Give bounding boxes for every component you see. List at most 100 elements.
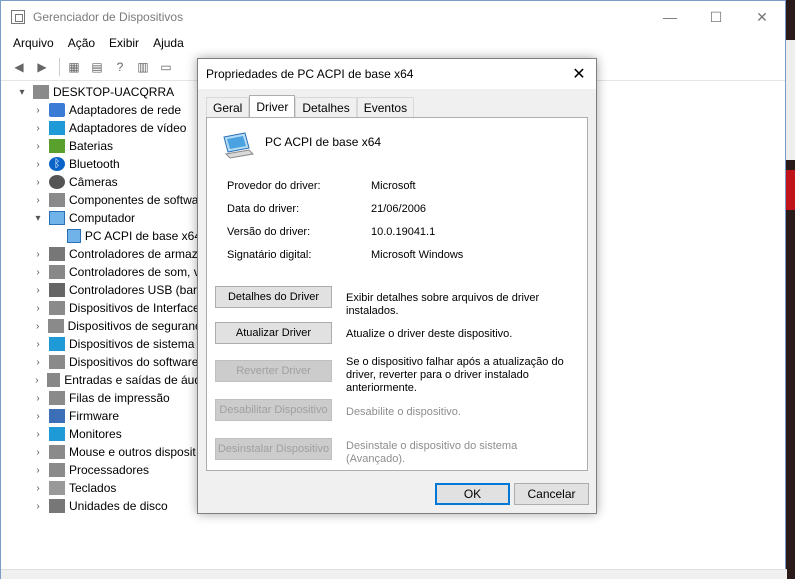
computer-icon	[49, 211, 65, 225]
tree-item[interactable]: › Unidades de disco	[1, 497, 201, 515]
tree-item[interactable]: › Filas de impressão	[1, 389, 201, 407]
digital-signer-label: Signatário digital:	[227, 249, 312, 261]
chevron-right-icon[interactable]: ›	[31, 195, 45, 206]
tree-item-selected-device[interactable]: PC ACPI de base x64	[1, 227, 201, 245]
tree-item[interactable]: › Dispositivos de seguranç	[1, 317, 201, 335]
tree-item[interactable]: › Processadores	[1, 461, 201, 479]
rollback-driver-description: Se o dispositivo falhar após a atualizaç…	[346, 356, 564, 394]
driver-details-button[interactable]: Detalhes do Driver	[215, 286, 332, 308]
help-icon[interactable]: ?	[110, 57, 130, 77]
ok-button[interactable]: OK	[435, 483, 510, 505]
tree-item-label: Teclados	[69, 481, 117, 495]
tree-item[interactable]: › Firmware	[1, 407, 201, 425]
minimize-button[interactable]: —	[647, 1, 693, 33]
chevron-right-icon[interactable]: ›	[31, 393, 45, 404]
chevron-right-icon[interactable]: ›	[31, 465, 45, 476]
monitor-scan-icon[interactable]: ▭	[156, 57, 176, 77]
chevron-right-icon[interactable]: ›	[31, 321, 44, 332]
title-bar: Gerenciador de Dispositivos — ☐ ✕	[1, 1, 785, 33]
chevron-down-icon[interactable]: ▾	[15, 87, 29, 98]
monitor-icon	[49, 427, 65, 441]
chevron-right-icon[interactable]: ›	[31, 267, 45, 278]
tree-item-label: Controladores USB (barr	[68, 283, 201, 297]
keyboard-icon	[49, 481, 65, 495]
computer-icon	[67, 229, 81, 243]
update-driver-button[interactable]: Atualizar Driver	[215, 322, 332, 344]
firmware-icon	[49, 409, 65, 423]
tree-item[interactable]: › Adaptadores de vídeo	[1, 119, 201, 137]
rollback-driver-button[interactable]: Reverter Driver	[215, 360, 332, 382]
display-adapter-icon	[49, 121, 65, 135]
tab-driver[interactable]: Driver	[249, 95, 296, 117]
chevron-right-icon[interactable]: ›	[31, 105, 45, 116]
tree-item[interactable]: › Controladores de armaz	[1, 245, 201, 263]
camera-icon	[49, 175, 65, 189]
tree-item-label: Bluetooth	[69, 157, 120, 171]
maximize-button[interactable]: ☐	[693, 1, 739, 33]
tree-item[interactable]: › Dispositivos de Interface	[1, 299, 201, 317]
menu-arquivo[interactable]: Arquivo	[13, 36, 54, 50]
menu-exibir[interactable]: Exibir	[109, 36, 139, 50]
tree-item[interactable]: › Monitores	[1, 425, 201, 443]
chevron-right-icon[interactable]: ›	[31, 429, 45, 440]
system-device-icon	[49, 337, 65, 351]
menu-acao[interactable]: Ação	[68, 36, 95, 50]
tree-item[interactable]: › Baterias	[1, 137, 201, 155]
chevron-right-icon[interactable]: ›	[31, 249, 45, 260]
tree-item[interactable]: › Mouse e outros disposit	[1, 443, 201, 461]
menu-ajuda[interactable]: Ajuda	[153, 36, 184, 50]
tree-item-label: Componentes de softwa	[69, 193, 199, 207]
tab-eventos[interactable]: Eventos	[356, 97, 415, 117]
forward-arrow-icon[interactable]: ▶	[32, 57, 52, 77]
tree-item[interactable]: › Controladores USB (barr	[1, 281, 201, 299]
chevron-down-icon[interactable]: ▾	[31, 213, 45, 224]
security-device-icon	[48, 319, 64, 333]
disk-drive-icon	[49, 499, 65, 513]
chevron-right-icon[interactable]: ›	[31, 339, 45, 350]
properties-icon[interactable]: ▦	[64, 57, 84, 77]
tree-item[interactable]: › Componentes de softwa	[1, 191, 201, 209]
tree-item[interactable]: › Entradas e saídas de áud	[1, 371, 201, 389]
window-controls: — ☐ ✕	[647, 1, 785, 33]
chevron-right-icon[interactable]: ›	[31, 285, 45, 296]
chevron-right-icon[interactable]: ›	[31, 141, 45, 152]
tree-root[interactable]: ▾ DESKTOP-UACQRRA	[1, 83, 201, 101]
chevron-right-icon[interactable]: ›	[31, 375, 43, 386]
tree-item[interactable]: › Teclados	[1, 479, 201, 497]
document-icon[interactable]: ▤	[87, 57, 107, 77]
bluetooth-icon: ᛒ	[49, 157, 65, 171]
dialog-close-button[interactable]: ✕	[562, 59, 596, 89]
tab-geral[interactable]: Geral	[206, 97, 250, 117]
tree-item-label: Mouse e outros disposit	[69, 445, 196, 459]
cancel-button[interactable]: Cancelar	[514, 483, 589, 505]
network-adapter-icon	[49, 103, 65, 117]
chevron-right-icon[interactable]: ›	[31, 159, 45, 170]
chevron-right-icon[interactable]: ›	[31, 123, 45, 134]
chevron-right-icon[interactable]: ›	[31, 411, 45, 422]
tree-item[interactable]: › Controladores de som, v	[1, 263, 201, 281]
chevron-right-icon[interactable]: ›	[31, 357, 45, 368]
tab-detalhes[interactable]: Detalhes	[295, 97, 357, 117]
software-device-icon	[49, 355, 65, 369]
back-arrow-icon[interactable]: ◀	[9, 57, 29, 77]
device-tree: ▾ DESKTOP-UACQRRA › Adaptadores de rede ›…	[1, 83, 201, 515]
tree-item[interactable]: › Dispositivos do software	[1, 353, 201, 371]
tree-item-label: Adaptadores de rede	[69, 103, 182, 117]
tree-item-label: Controladores de som, v	[69, 265, 200, 279]
tree-item[interactable]: › ᛒ Bluetooth	[1, 155, 201, 173]
chevron-right-icon[interactable]: ›	[31, 501, 45, 512]
uninstall-device-button[interactable]: Desinstalar Dispositivo	[215, 438, 332, 460]
tree-item[interactable]: › Dispositivos de sistema	[1, 335, 201, 353]
chevron-right-icon[interactable]: ›	[31, 177, 45, 188]
sound-icon	[49, 265, 65, 279]
chevron-right-icon[interactable]: ›	[31, 447, 45, 458]
tree-item[interactable]: ▾ Computador	[1, 209, 201, 227]
disable-device-button[interactable]: Desabilitar Dispositivo	[215, 399, 332, 421]
tree-item-label: Baterias	[69, 139, 114, 153]
chevron-right-icon[interactable]: ›	[31, 303, 45, 314]
details-view-icon[interactable]: ▥	[133, 57, 153, 77]
chevron-right-icon[interactable]: ›	[31, 483, 45, 494]
tree-item[interactable]: › Adaptadores de rede	[1, 101, 201, 119]
tree-item[interactable]: › Câmeras	[1, 173, 201, 191]
close-button[interactable]: ✕	[739, 1, 785, 33]
